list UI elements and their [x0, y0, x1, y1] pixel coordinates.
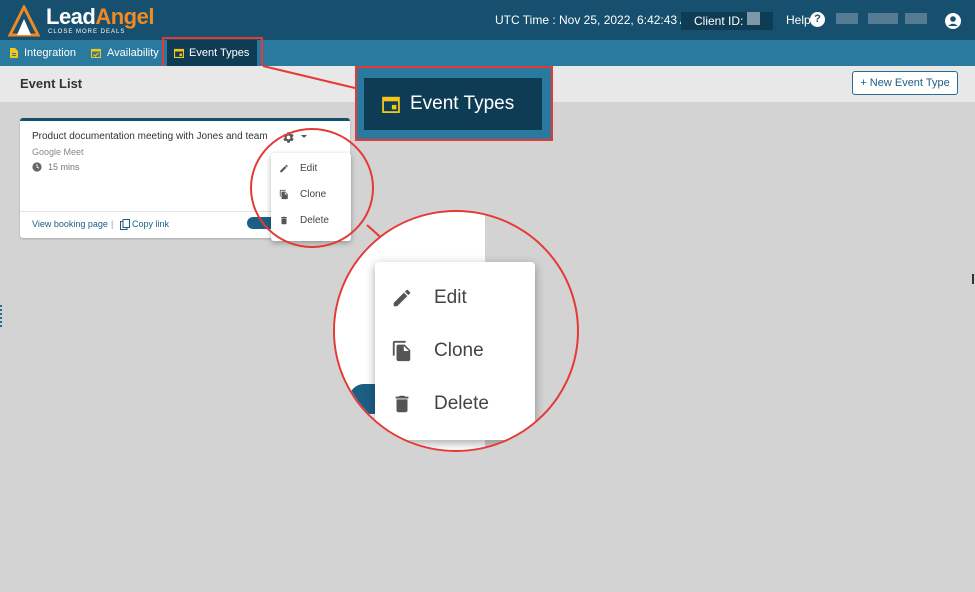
link-separator: | [111, 219, 114, 229]
menu-item-label: Edit [434, 287, 467, 308]
menu-item-label: Clone [434, 340, 484, 361]
logo-tagline: CLOSE MORE DEALS [48, 29, 126, 35]
page-title: Event List [20, 76, 83, 91]
user-info-redacted [836, 13, 858, 24]
user-info-redacted [868, 13, 898, 24]
nav-tab-availability[interactable]: Availability [82, 40, 162, 66]
zoom-callout-actions-menu: Edit Clone Delete [333, 210, 579, 452]
trash-icon [395, 395, 409, 413]
main-nav: Integration Availability Event Types [0, 40, 975, 66]
pencil-icon [393, 289, 411, 307]
client-id-label: Client ID: [694, 14, 744, 28]
event-actions-menu-zoomed: Edit Clone Delete [375, 262, 535, 440]
document-icon [10, 48, 18, 58]
menu-item-label: Delete [434, 393, 489, 414]
logo-triangle-icon [8, 5, 41, 37]
clone-icon [392, 340, 411, 362]
copy-icon[interactable] [120, 219, 130, 230]
logo-angel-text: Angel [95, 4, 154, 29]
calendar-icon [382, 96, 400, 113]
clock-icon [32, 162, 42, 172]
event-location: Google Meet [32, 147, 84, 157]
user-info-redacted [905, 13, 927, 24]
view-booking-page-link[interactable]: View booking page [32, 219, 108, 229]
gear-icon [399, 212, 405, 214]
zoom-callout-event-types: Event Types [355, 66, 553, 141]
nav-tab-label: Availability [107, 47, 159, 59]
nav-tab-label: Integration [24, 47, 76, 59]
calendar-check-icon [91, 48, 101, 58]
zoom-nav-label: Event Types [410, 93, 515, 114]
menu-item-edit-zoomed: Edit [375, 272, 535, 324]
window-edge-marker [972, 274, 974, 284]
menu-item-clone-zoomed: Clone [375, 325, 535, 377]
nav-tab-integration[interactable]: Integration [0, 40, 82, 66]
event-title: Product documentation meeting with Jones… [32, 131, 268, 142]
help-icon[interactable]: ? [810, 12, 825, 27]
new-event-type-button[interactable]: + New Event Type [852, 71, 958, 95]
utc-time: UTC Time : Nov 25, 2022, 6:42:43 AM [495, 13, 698, 27]
app-header: LeadAngel CLOSE MORE DEALS UTC Time : No… [0, 0, 975, 40]
client-id-redacted [747, 12, 760, 25]
logo-lead-text: Lead [46, 4, 96, 29]
menu-item-delete-zoomed: Delete [375, 378, 535, 430]
user-account-icon[interactable] [945, 13, 961, 29]
help-label[interactable]: Help [786, 13, 811, 27]
event-duration: 15 mins [48, 162, 80, 172]
scroll-edge-marker [0, 305, 3, 327]
leadangel-logo[interactable]: LeadAngel CLOSE MORE DEALS [8, 4, 168, 38]
copy-link[interactable]: Copy link [132, 219, 169, 229]
